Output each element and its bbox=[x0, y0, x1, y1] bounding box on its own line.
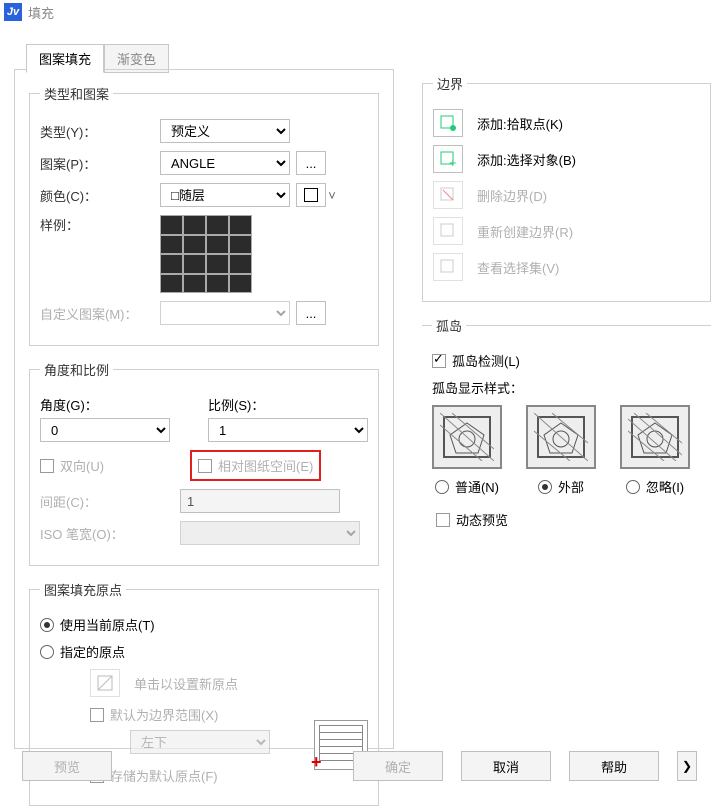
group-angle-scale: 角度和比例 角度(G)： 0 比例(S)： 1 双向(U) 相对图纸 bbox=[29, 360, 379, 566]
app-icon: Jv bbox=[4, 3, 22, 21]
help-button[interactable]: 帮助 bbox=[569, 751, 659, 781]
dynamic-preview-checkbox[interactable] bbox=[436, 513, 450, 527]
spacing-label: 间距(C)： bbox=[40, 492, 180, 511]
custom-select bbox=[160, 301, 290, 325]
relative-highlight: 相对图纸空间(E) bbox=[190, 450, 321, 481]
group-boundary: 边界 添加:拾取点(K) + 添加:选择对象(B) 删除边界(D) 重新创建边界(… bbox=[422, 74, 711, 302]
default-extent-label: 默认为边界范围(X) bbox=[110, 705, 218, 724]
scale-select[interactable]: 1 bbox=[208, 418, 368, 442]
preview-button: 预览 bbox=[22, 751, 112, 781]
sample-label: 样例： bbox=[40, 215, 160, 234]
expand-button[interactable]: ❯ bbox=[677, 751, 697, 781]
island-normal-preview[interactable] bbox=[432, 405, 502, 469]
set-origin-label: 单击以设置新原点 bbox=[134, 674, 238, 693]
sample-preview[interactable] bbox=[160, 215, 252, 293]
biway-label: 双向(U) bbox=[60, 456, 104, 475]
origin-current-label: 使用当前原点(T) bbox=[60, 615, 155, 634]
island-style-label: 孤岛显示样式： bbox=[432, 378, 701, 397]
spacing-input bbox=[180, 489, 340, 513]
biway-checkbox bbox=[40, 459, 54, 473]
island-outer-radio[interactable] bbox=[538, 480, 552, 494]
scale-label: 比例(S)： bbox=[208, 395, 368, 414]
view-selection-button bbox=[433, 253, 463, 281]
island-outer-label: 外部 bbox=[558, 477, 584, 496]
pattern-browse-button[interactable]: ... bbox=[296, 151, 326, 175]
origin-current-radio[interactable] bbox=[40, 618, 54, 632]
iso-label: ISO 笔宽(O)： bbox=[40, 524, 180, 543]
add-select-button[interactable]: + bbox=[433, 145, 463, 173]
color-swatch-button[interactable] bbox=[296, 183, 326, 207]
add-pick-label: 添加:拾取点(K) bbox=[477, 114, 563, 133]
pattern-label: 图案(P)： bbox=[40, 154, 160, 173]
recreate-boundary-label: 重新创建边界(R) bbox=[477, 222, 573, 241]
set-origin-button bbox=[90, 669, 120, 697]
iso-select bbox=[180, 521, 360, 545]
island-ignore-radio[interactable] bbox=[626, 480, 640, 494]
island-detect-label: 孤岛检测(L) bbox=[452, 351, 520, 370]
island-normal-radio[interactable] bbox=[435, 480, 449, 494]
custom-browse-button[interactable]: ... bbox=[296, 301, 326, 325]
angle-select[interactable]: 0 bbox=[40, 418, 170, 442]
recreate-boundary-button bbox=[433, 217, 463, 245]
origin-specify-radio[interactable] bbox=[40, 645, 54, 659]
type-label: 类型(Y)： bbox=[40, 122, 160, 141]
group-type-pattern: 类型和图案 类型(Y)： 预定义 图案(P)： ANGLE ... 颜色(C)：… bbox=[29, 84, 379, 346]
island-normal-label: 普通(N) bbox=[455, 477, 499, 496]
legend: 图案填充原点 bbox=[40, 580, 126, 599]
add-select-label: 添加:选择对象(B) bbox=[477, 150, 576, 169]
color-select[interactable]: □随层 bbox=[160, 183, 290, 207]
origin-specify-label: 指定的原点 bbox=[60, 642, 125, 661]
tab-hatch[interactable]: 图案填充 bbox=[26, 44, 104, 73]
svg-text:+: + bbox=[449, 155, 457, 168]
view-selection-label: 查看选择集(V) bbox=[477, 258, 559, 277]
delete-boundary-label: 删除边界(D) bbox=[477, 186, 547, 205]
group-island: 孤岛 孤岛检测(L) 孤岛显示样式： 普通(N) 外部 忽略(I) bbox=[422, 316, 711, 500]
default-extent-checkbox bbox=[90, 708, 104, 722]
cancel-button[interactable]: 取消 bbox=[461, 751, 551, 781]
color-label: 颜色(C)： bbox=[40, 186, 160, 205]
add-pick-button[interactable] bbox=[433, 109, 463, 137]
legend: 孤岛 bbox=[432, 316, 466, 335]
angle-label: 角度(G)： bbox=[40, 395, 184, 414]
island-outer-preview[interactable] bbox=[526, 405, 596, 469]
dynamic-preview-label: 动态预览 bbox=[456, 510, 508, 529]
window-title: 填充 bbox=[28, 3, 54, 22]
legend: 边界 bbox=[433, 74, 467, 93]
legend: 类型和图案 bbox=[40, 84, 113, 103]
relative-checkbox bbox=[198, 459, 212, 473]
island-ignore-preview[interactable] bbox=[620, 405, 690, 469]
island-detect-checkbox[interactable] bbox=[432, 354, 446, 368]
relative-label: 相对图纸空间(E) bbox=[218, 456, 313, 475]
type-select[interactable]: 预定义 bbox=[160, 119, 290, 143]
chevron-down-icon[interactable]: ˅ bbox=[326, 188, 338, 203]
custom-label: 自定义图案(M)： bbox=[40, 304, 160, 323]
legend: 角度和比例 bbox=[40, 360, 113, 379]
pattern-select[interactable]: ANGLE bbox=[160, 151, 290, 175]
island-ignore-label: 忽略(I) bbox=[646, 477, 684, 496]
ok-button: 确定 bbox=[353, 751, 443, 781]
delete-boundary-button bbox=[433, 181, 463, 209]
